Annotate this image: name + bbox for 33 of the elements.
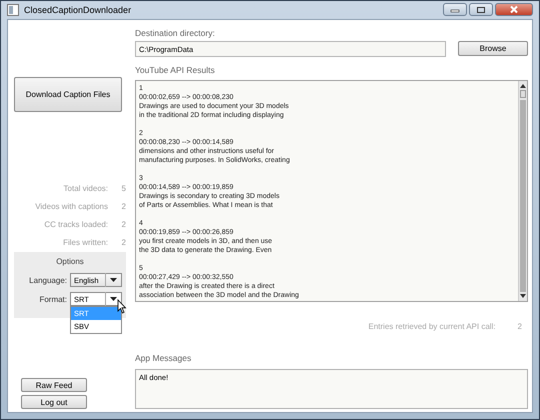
- stat-label: Total videos:: [64, 184, 108, 192]
- messages-label: App Messages: [135, 353, 192, 365]
- minimize-button[interactable]: [443, 3, 467, 16]
- scrollbar[interactable]: [518, 81, 527, 301]
- scroll-up-icon: [520, 84, 526, 88]
- stat-label: Videos with captions: [35, 202, 108, 210]
- results-textbox[interactable]: [135, 80, 528, 302]
- minimize-icon: [450, 6, 460, 12]
- stat-value: 2: [120, 238, 126, 246]
- window-title: ClosedCaptionDownloader: [24, 5, 132, 15]
- scroll-down-icon: [520, 294, 526, 298]
- entries-label: Entries retrieved by current API call:: [368, 322, 496, 331]
- entries-value: 2: [518, 322, 522, 331]
- results-label: YouTube API Results: [135, 65, 216, 77]
- stat-value: 2: [120, 202, 126, 210]
- log-out-button[interactable]: Log out: [21, 395, 87, 409]
- stat-label: Files written:: [63, 238, 108, 246]
- maximize-button[interactable]: [469, 3, 493, 16]
- close-icon: [509, 5, 519, 14]
- scrollbar-thumb[interactable]: [520, 90, 526, 98]
- download-button[interactable]: Download Caption Files: [14, 77, 122, 112]
- options-title: Options: [55, 257, 85, 266]
- stat-label: CC tracks loaded:: [44, 220, 108, 228]
- stat-value: 2: [120, 220, 126, 228]
- language-label: Language:: [29, 276, 67, 284]
- browse-button[interactable]: Browse: [458, 41, 528, 56]
- destination-label: Destination directory:: [135, 28, 216, 40]
- maximize-icon: [476, 6, 486, 14]
- raw-feed-button[interactable]: Raw Feed: [21, 378, 87, 392]
- close-button[interactable]: [495, 3, 533, 16]
- stat-value: 5: [120, 184, 126, 192]
- app-icon: [7, 4, 19, 16]
- format-label: Format:: [39, 294, 67, 304]
